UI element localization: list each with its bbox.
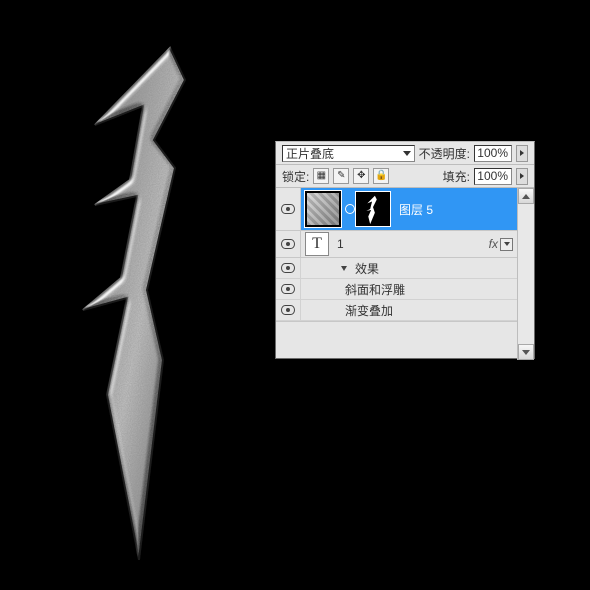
lock-pixels-icon[interactable]: ▦ bbox=[313, 168, 329, 184]
fill-popup-button[interactable] bbox=[516, 168, 528, 185]
mask-link-icon[interactable] bbox=[345, 191, 355, 227]
fill-value: 100% bbox=[477, 169, 508, 183]
dropdown-arrow-icon bbox=[403, 151, 411, 156]
blend-mode-select[interactable]: 正片叠底 bbox=[282, 145, 415, 162]
layer-row-stub bbox=[276, 321, 517, 328]
blend-mode-value: 正片叠底 bbox=[286, 145, 334, 162]
visibility-toggle[interactable] bbox=[276, 188, 301, 230]
layers-scrollbar[interactable] bbox=[517, 188, 534, 360]
eye-icon bbox=[281, 204, 295, 214]
opacity-label: 不透明度: bbox=[419, 145, 470, 162]
lock-fill-row: 锁定: ▦ ✎ ✥ 🔒 填充: 100% bbox=[276, 165, 534, 188]
layer-row-text[interactable]: T 1 fx bbox=[276, 231, 517, 258]
mask-shape-icon bbox=[356, 191, 390, 227]
lock-label: 锁定: bbox=[282, 168, 309, 185]
visibility-toggle[interactable] bbox=[276, 258, 301, 278]
canvas-artwork bbox=[35, 40, 235, 560]
effect-item-row[interactable]: 渐变叠加 bbox=[276, 300, 517, 321]
text-layer-thumbnail[interactable]: T bbox=[305, 232, 329, 256]
eye-icon bbox=[281, 284, 295, 294]
lock-icons-group: ▦ ✎ ✥ 🔒 bbox=[313, 168, 389, 184]
effect-item-row[interactable]: 斜面和浮雕 bbox=[276, 279, 517, 300]
opacity-field[interactable]: 100% bbox=[474, 145, 512, 162]
text-layer-glyph: T bbox=[312, 235, 322, 253]
effect-name: 斜面和浮雕 bbox=[301, 281, 405, 298]
visibility-toggle[interactable] bbox=[276, 231, 301, 257]
fill-field[interactable]: 100% bbox=[474, 168, 512, 185]
visibility-toggle[interactable] bbox=[276, 300, 301, 320]
visibility-toggle[interactable] bbox=[276, 279, 301, 299]
chevron-down-icon bbox=[341, 266, 347, 271]
lock-all-icon[interactable]: 🔒 bbox=[373, 168, 389, 184]
stylized-one-icon bbox=[35, 40, 235, 560]
layers-list: 图层 5 T 1 fx bbox=[276, 188, 534, 360]
lock-brush-icon[interactable]: ✎ bbox=[333, 168, 349, 184]
effect-name: 渐变叠加 bbox=[301, 302, 393, 319]
opacity-value: 100% bbox=[477, 146, 508, 160]
layer-thumbnail[interactable] bbox=[305, 191, 341, 227]
layer-row-selected[interactable]: 图层 5 bbox=[276, 188, 517, 231]
layer-mask-thumbnail[interactable] bbox=[355, 191, 391, 227]
effects-heading: 效果 bbox=[355, 260, 379, 277]
scroll-down-button[interactable] bbox=[518, 344, 534, 360]
fill-label: 填充: bbox=[443, 168, 470, 185]
effects-heading-row[interactable]: 效果 bbox=[276, 258, 517, 279]
blend-opacity-row: 正片叠底 不透明度: 100% bbox=[276, 142, 534, 165]
lock-move-icon[interactable]: ✥ bbox=[353, 168, 369, 184]
eye-icon bbox=[281, 263, 295, 273]
layer-name: 图层 5 bbox=[397, 201, 433, 218]
scroll-up-button[interactable] bbox=[518, 188, 534, 204]
fx-indicator: fx bbox=[489, 237, 498, 251]
eye-icon bbox=[281, 239, 295, 249]
layer-name: 1 bbox=[335, 237, 344, 251]
scroll-track[interactable] bbox=[518, 204, 534, 344]
layers-panel: 正片叠底 不透明度: 100% 锁定: ▦ ✎ ✥ 🔒 填充: 100% bbox=[275, 141, 535, 359]
fx-twist-button[interactable] bbox=[500, 238, 513, 251]
opacity-popup-button[interactable] bbox=[516, 145, 528, 162]
eye-icon bbox=[281, 305, 295, 315]
